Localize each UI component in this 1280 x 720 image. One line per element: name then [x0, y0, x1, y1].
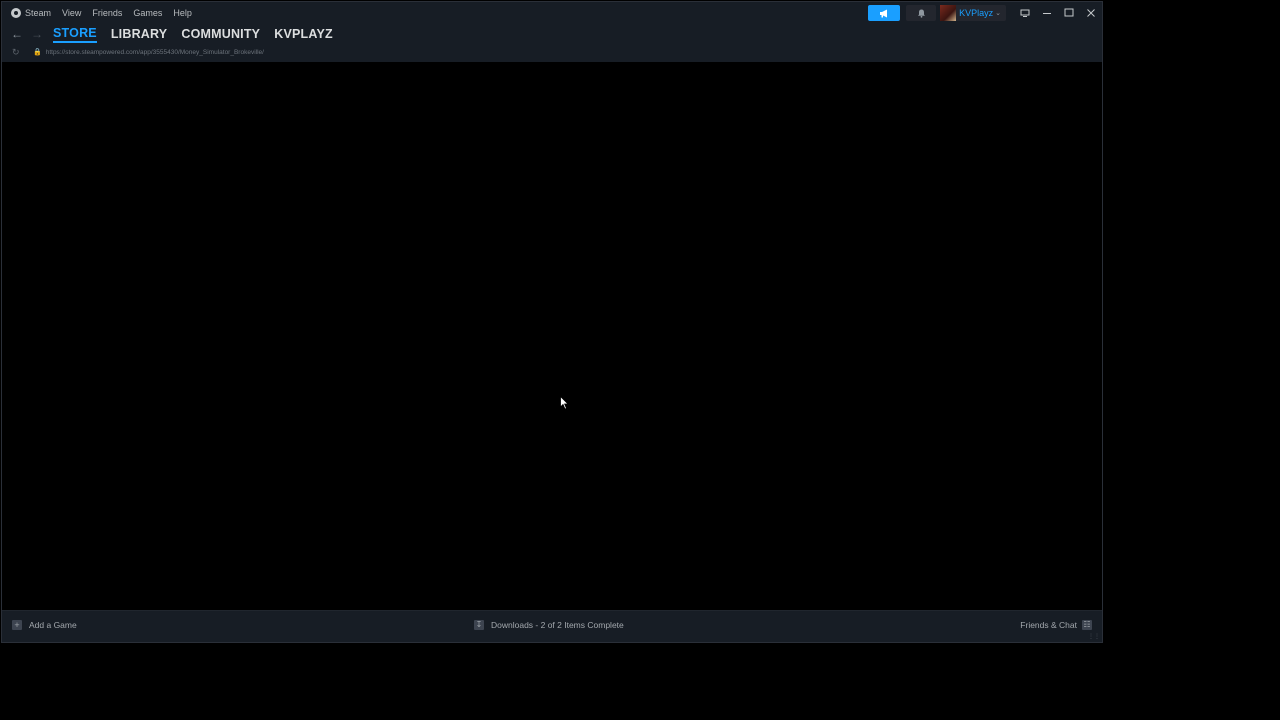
back-arrow-icon[interactable]: ←: [10, 27, 24, 41]
download-icon: ↧: [474, 620, 484, 630]
tab-community[interactable]: COMMUNITY: [181, 27, 260, 41]
tab-profile[interactable]: KVPLAYZ: [274, 27, 333, 41]
store-page-content[interactable]: [2, 62, 1102, 611]
menu-games[interactable]: Games: [133, 8, 162, 18]
resize-grip-icon[interactable]: ⋮⋮: [1088, 634, 1100, 640]
big-picture-button[interactable]: [1014, 2, 1036, 24]
friends-chat-button[interactable]: Friends & Chat ☷: [1020, 620, 1092, 630]
url-text[interactable]: https://store.steampowered.com/app/35554…: [46, 49, 264, 56]
avatar: [940, 5, 957, 21]
lock-icon: 🔒: [33, 49, 42, 56]
close-icon: [1087, 9, 1095, 17]
forward-arrow-icon[interactable]: →: [30, 27, 44, 41]
minimize-icon: [1043, 13, 1051, 14]
steam-logo-icon[interactable]: [11, 8, 21, 18]
minimize-button[interactable]: [1036, 2, 1058, 24]
maximize-icon: [1064, 8, 1074, 17]
notifications-button[interactable]: [906, 5, 937, 21]
menu-friends[interactable]: Friends: [92, 8, 122, 18]
megaphone-icon: [879, 9, 887, 17]
downloads-button[interactable]: ↧ Downloads - 2 of 2 Items Complete: [474, 620, 624, 630]
chevron-down-icon: ⌄: [995, 10, 1001, 17]
reload-icon[interactable]: ↻: [12, 47, 26, 58]
steam-window: Steam View Friends Games Help KVPlayz ⌄: [1, 1, 1103, 643]
menu-view[interactable]: View: [62, 8, 81, 18]
add-game-button[interactable]: + Add a Game: [12, 620, 77, 630]
chat-icon: ☷: [1082, 620, 1092, 630]
bottom-bar: + Add a Game ↧ Downloads - 2 of 2 Items …: [2, 610, 1102, 642]
friends-chat-label: Friends & Chat: [1020, 620, 1077, 630]
account-menu-button[interactable]: KVPlayz ⌄: [940, 5, 1006, 21]
tab-store[interactable]: STORE: [53, 26, 97, 43]
close-button[interactable]: [1080, 2, 1102, 24]
title-bar-controls: KVPlayz ⌄: [868, 2, 1102, 24]
menu-help[interactable]: Help: [173, 8, 192, 18]
tab-library[interactable]: LIBRARY: [111, 27, 168, 41]
maximize-button[interactable]: [1058, 2, 1080, 24]
plus-icon: +: [12, 620, 22, 630]
downloads-label: Downloads - 2 of 2 Items Complete: [491, 620, 624, 630]
bell-icon: [917, 9, 925, 18]
announcements-button[interactable]: [868, 5, 901, 21]
username-label: KVPlayz: [959, 8, 994, 18]
add-game-label: Add a Game: [29, 620, 77, 630]
menu-steam[interactable]: Steam: [25, 8, 51, 18]
url-bar: ↻ 🔒 https://store.steampowered.com/app/3…: [2, 44, 264, 60]
main-nav: ← → STORE LIBRARY COMMUNITY KVPLAYZ: [2, 24, 333, 44]
monitor-icon: [1020, 9, 1030, 17]
